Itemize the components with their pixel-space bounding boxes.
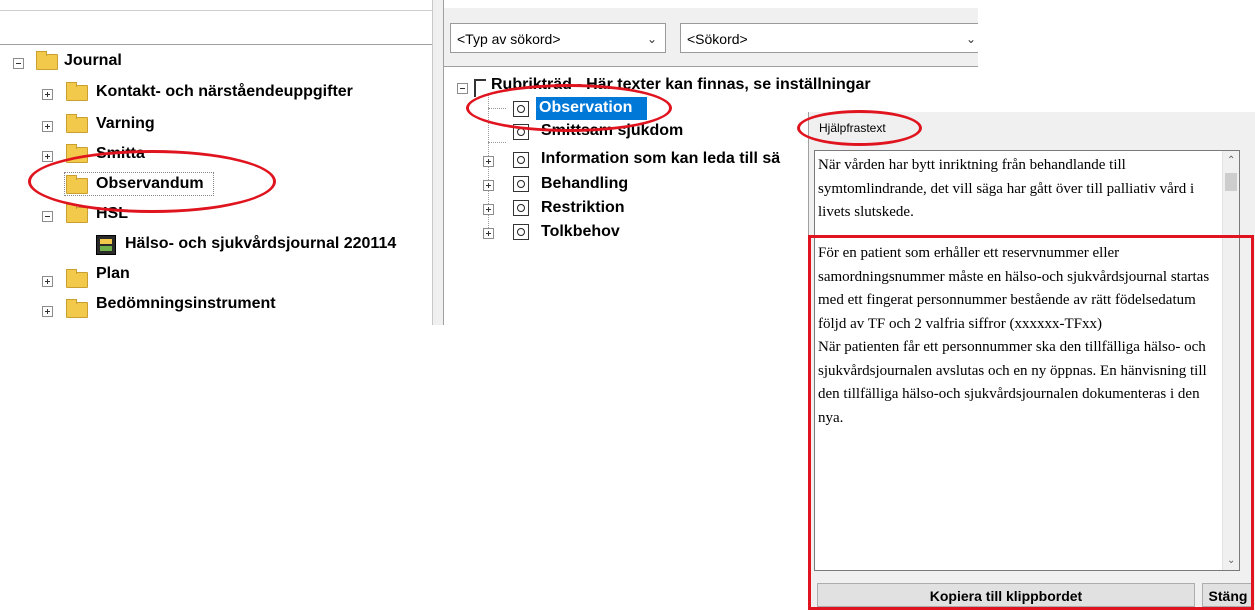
chevron-down-icon: ⌄ <box>646 32 657 46</box>
tree-item-information[interactable]: Information som kan leda till sä <box>541 148 780 170</box>
expand-icon[interactable] <box>42 89 53 100</box>
expand-icon[interactable] <box>483 180 494 191</box>
expand-icon[interactable] <box>483 204 494 215</box>
tree-item-plan[interactable]: Plan <box>96 263 130 285</box>
pane-splitter[interactable] <box>432 0 444 325</box>
scrollbar-thumb[interactable] <box>1225 173 1237 191</box>
tree-item-bedomning[interactable]: Bedömningsinstrument <box>96 293 276 315</box>
folder-icon <box>66 204 88 223</box>
chevron-down-icon: ⌄ <box>965 32 976 46</box>
tree-item-restriktion[interactable]: Restriktion <box>541 197 625 219</box>
gear-icon <box>513 152 529 168</box>
folder-icon <box>66 269 88 288</box>
expand-icon[interactable] <box>42 151 53 162</box>
annotation-box-help-text <box>808 235 1254 610</box>
scroll-up-icon[interactable]: ⌃ <box>1227 155 1235 166</box>
keyword-select[interactable]: <Sökord> ⌄ <box>680 23 978 53</box>
folder-icon <box>66 82 88 101</box>
gear-icon <box>513 224 529 240</box>
expand-icon[interactable] <box>42 306 53 317</box>
keyword-value: <Sökord> <box>687 31 748 47</box>
annotation-ellipse-observandum <box>28 150 276 213</box>
keyword-type-value: <Typ av sökord> <box>457 31 561 47</box>
help-text-1: När vården har bytt inriktning från beha… <box>818 157 1195 220</box>
collapse-icon[interactable] <box>42 211 53 222</box>
folder-icon <box>66 299 88 318</box>
keyword-type-select[interactable]: <Typ av sökord> ⌄ <box>450 23 666 53</box>
expand-icon[interactable] <box>483 228 494 239</box>
journal-document-icon <box>96 235 116 255</box>
collapse-icon[interactable] <box>13 58 24 69</box>
collapse-icon[interactable] <box>457 83 468 94</box>
gear-icon <box>513 176 529 192</box>
left-pane-header-divider <box>0 44 432 45</box>
tree-item-halso-journal[interactable]: Hälso- och sjukvårdsjournal 220114 <box>125 233 396 255</box>
expand-icon[interactable] <box>483 156 494 167</box>
expand-icon[interactable] <box>42 276 53 287</box>
tree-item-varning[interactable]: Varning <box>96 113 155 135</box>
folder-icon <box>36 51 58 70</box>
folder-icon <box>66 114 88 133</box>
gear-icon <box>513 200 529 216</box>
tree-item-tolkbehov[interactable]: Tolkbehov <box>541 221 620 243</box>
expand-icon[interactable] <box>42 121 53 132</box>
annotation-ellipse-help-title <box>797 110 922 146</box>
left-pane-top-divider <box>0 10 432 11</box>
tree-item-journal[interactable]: Journal <box>64 50 122 72</box>
tree-item-kontakt[interactable]: Kontakt- och närståendeuppgifter <box>96 81 353 103</box>
annotation-ellipse-observation <box>466 84 672 132</box>
tree-item-behandling[interactable]: Behandling <box>541 173 628 195</box>
